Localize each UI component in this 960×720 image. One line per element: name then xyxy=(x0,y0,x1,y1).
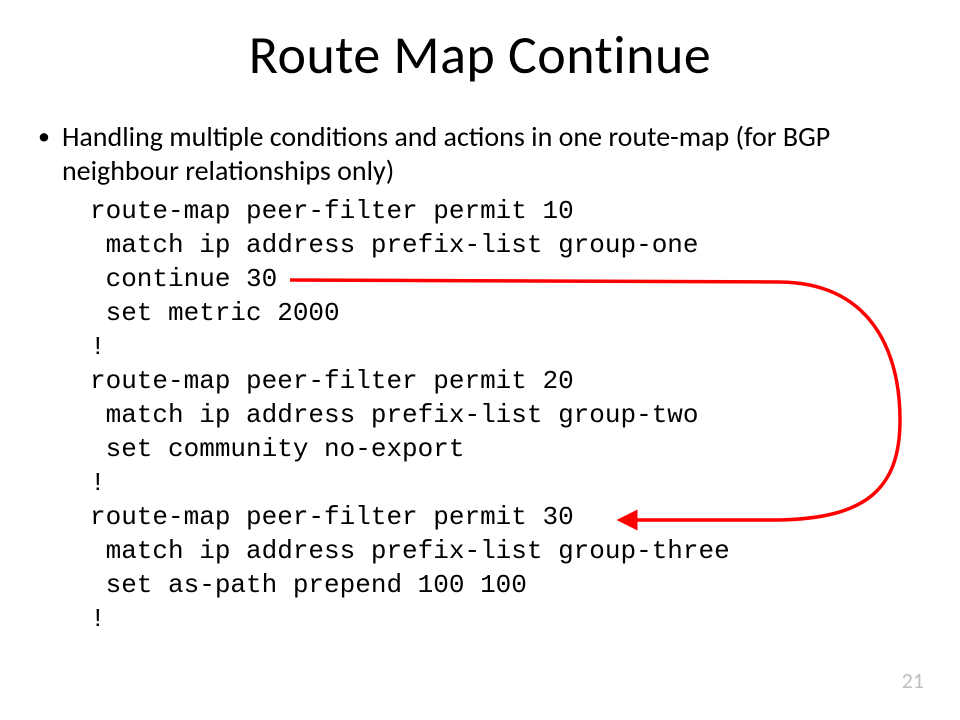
bullet-text: Handling multiple conditions and actions… xyxy=(62,120,918,188)
bullet-item: • Handling multiple conditions and actio… xyxy=(38,120,918,188)
code-block: route-map peer-filter permit 10 match ip… xyxy=(90,194,918,636)
slide-title: Route Map Continue xyxy=(0,22,960,88)
slide-body: • Handling multiple conditions and actio… xyxy=(38,120,918,636)
bullet-dot-icon: • xyxy=(38,122,50,152)
page-number: 21 xyxy=(902,667,924,694)
slide: Route Map Continue • Handling multiple c… xyxy=(0,0,960,720)
